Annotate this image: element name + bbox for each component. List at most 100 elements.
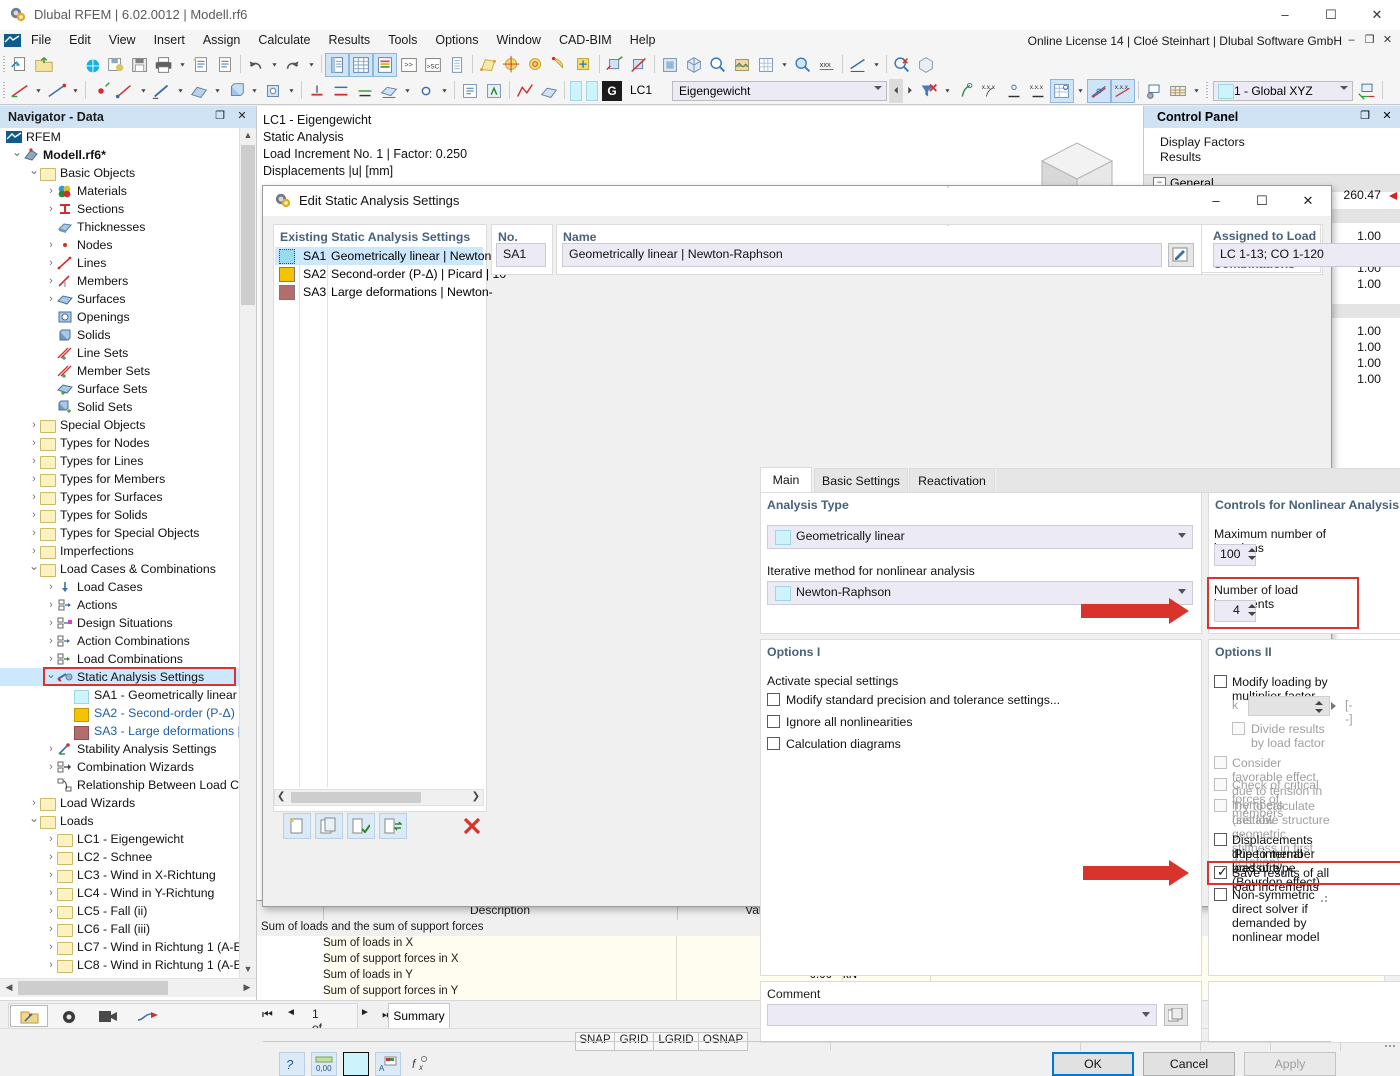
rendering-icon[interactable] [730,53,754,77]
tree-item-surfaces[interactable]: ›Surfaces [0,290,240,308]
checkbox-try-unstable[interactable] [1214,799,1227,812]
existing-settings-list[interactable]: SA1 Geometrically linear | Newton- SA2 S… [275,247,483,787]
checkbox-ignore-nonlinearities[interactable] [767,715,780,728]
dock-tab-view[interactable] [49,1005,87,1027]
checkbox-divide-results[interactable] [1232,722,1245,735]
scroll-down-icon[interactable]: ▼ [240,962,256,978]
tree-item-types-for-special-objects[interactable]: ›Types for Special Objects [0,524,240,542]
k-stepper[interactable] [1315,698,1325,716]
cloud-open-icon[interactable] [56,53,80,77]
result-table-dropdown-icon[interactable] [1074,79,1087,103]
chevron-down-icon[interactable]: ⌄ [28,161,40,179]
tree-item-lc6-fall-iii[interactable]: ›LC6 - Fall (iii) [0,920,240,938]
tree-item-members[interactable]: ›IMembers [0,272,240,290]
chevron-right-icon[interactable]: › [45,956,57,974]
calculate-icon[interactable] [458,79,482,103]
values-on-members-icon[interactable]: x.x.x [978,79,1002,103]
select-all-button[interactable] [347,813,375,839]
toolbar-grip[interactable] [0,52,8,76]
tree-item-loads[interactable]: ⌄Loads [0,812,240,830]
display-properties-button[interactable]: A [375,1052,401,1076]
tree-item-solid-sets[interactable]: Solid Sets [0,398,240,416]
tree-item-relationship-between-load-c[interactable]: Relationship Between Load C [0,776,240,794]
new-member-icon[interactable] [150,79,174,103]
new-opening-dropdown-icon[interactable] [285,79,298,103]
iterative-method-select[interactable]: Newton-Raphson [767,581,1193,605]
save-as-icon[interactable] [104,53,128,77]
tree-item-lc8-wind-in-richtung-1-a-e[interactable]: ›LC8 - Wind in Richtung 1 (A-E [0,956,240,974]
script-button[interactable]: >SC [421,53,445,77]
new-opening-icon[interactable] [261,79,285,103]
show-results-table-button[interactable] [349,53,373,77]
snap-object-icon[interactable] [500,53,524,77]
checkbox-modify-precision[interactable] [767,693,780,706]
chevron-right-icon[interactable]: › [45,200,57,218]
chevron-right-icon[interactable]: › [45,740,57,758]
support-nodal-icon[interactable] [305,79,329,103]
window-close-button[interactable]: ✕ [1354,0,1400,30]
new-setting-button[interactable] [283,813,311,839]
list-item-sa3[interactable]: SA3 Large deformations | Newton- [275,283,483,301]
result-diagram-member-icon[interactable] [1087,79,1111,103]
tree-item-load-cases-combinations[interactable]: ⌄Load Cases & Combinations [0,560,240,578]
cs-edit-icon[interactable] [1355,79,1379,103]
coordinate-system-select[interactable]: 1 - Global XYZ [1213,81,1353,101]
toolbar-grip[interactable] [0,78,8,102]
result-config-icon[interactable] [1142,79,1166,103]
tree-item-load-cases[interactable]: ›Load Cases [0,578,240,596]
cancel-button[interactable]: Cancel [1143,1052,1235,1076]
tree-item-types-for-members[interactable]: ›Types for Members [0,470,240,488]
xxx-label-icon[interactable]: xxx [815,53,839,77]
chevron-right-icon[interactable]: › [45,938,57,956]
view-front-icon[interactable] [658,53,682,77]
show-data-table-button[interactable] [325,53,349,77]
load-case-next-button[interactable] [903,79,917,103]
load-case-prev-button[interactable] [889,79,903,103]
member-style-dropdown-icon[interactable] [69,79,82,103]
redo-dropdown-arrow-icon[interactable] [305,53,318,77]
tree-item-member-sets[interactable]: Member Sets [0,362,240,380]
navigator-horizontal-scrollbar[interactable]: ◀ ▶ [0,978,256,997]
chevron-right-icon[interactable]: › [28,470,40,488]
max-iterations-stepper[interactable] [1248,545,1258,565]
units-button[interactable]: 0,00 [311,1052,337,1076]
chevron-down-icon[interactable]: ⌄ [11,143,23,161]
tree-item-lines[interactable]: ›Lines [0,254,240,272]
tree-item-lc7-wind-in-richtung-1-a-e[interactable]: ›LC7 - Wind in Richtung 1 (A-E [0,938,240,956]
measure-icon[interactable] [846,53,870,77]
grid-view-icon[interactable] [754,53,778,77]
tab-main[interactable]: Main [760,467,812,493]
chevron-down-icon[interactable]: ⌄ [45,665,57,683]
assigned-field[interactable]: LC 1-13; CO 1-120 [1213,243,1400,267]
tree-item-stability-analysis-settings[interactable]: ›Stability Analysis Settings [0,740,240,758]
navigator-hscroll-thumb[interactable] [18,981,168,995]
menu-tools[interactable]: Tools [379,30,426,50]
document-button[interactable] [213,53,237,77]
renumber-button[interactable] [379,813,407,839]
deformation-nodes-icon[interactable] [1002,79,1026,103]
new-model-button[interactable] [8,53,32,77]
view-iso-icon[interactable] [682,53,706,77]
menu-insert[interactable]: Insert [145,30,194,50]
dialog-close-button[interactable]: ✕ [1285,186,1331,216]
tree-item-sections[interactable]: ›Sections [0,200,240,218]
support-member-icon[interactable] [353,79,377,103]
printout-report-button[interactable] [189,53,213,77]
control-panel-restore-button[interactable]: ❐ [1357,109,1373,125]
member-style-icon[interactable] [45,79,69,103]
navigator-scroll-thumb[interactable] [241,145,255,305]
tree-item-combination-wizards[interactable]: ›Combination Wizards [0,758,240,776]
work-plane-icon[interactable] [476,53,500,77]
tree-item-lc2-schnee[interactable]: ›LC2 - Schnee [0,848,240,866]
copy-setting-button[interactable] [315,813,343,839]
scroll-right-icon[interactable]: ❯ [472,791,480,802]
chevron-right-icon[interactable]: › [45,254,57,272]
menu-assign[interactable]: Assign [194,30,250,50]
list-horizontal-scrollbar[interactable]: ❮ ❯ [274,789,484,806]
tab-reactivation[interactable]: Reactivation [909,468,995,493]
scroll-right-icon[interactable]: ▶ [239,980,255,996]
tree-item-lc1-eigengewicht[interactable]: ›LC1 - Eigengewicht [0,830,240,848]
print-button[interactable] [152,53,176,77]
help-button[interactable]: ? [279,1052,305,1076]
name-field[interactable]: Geometrically linear | Newton-Raphson [562,243,1162,267]
